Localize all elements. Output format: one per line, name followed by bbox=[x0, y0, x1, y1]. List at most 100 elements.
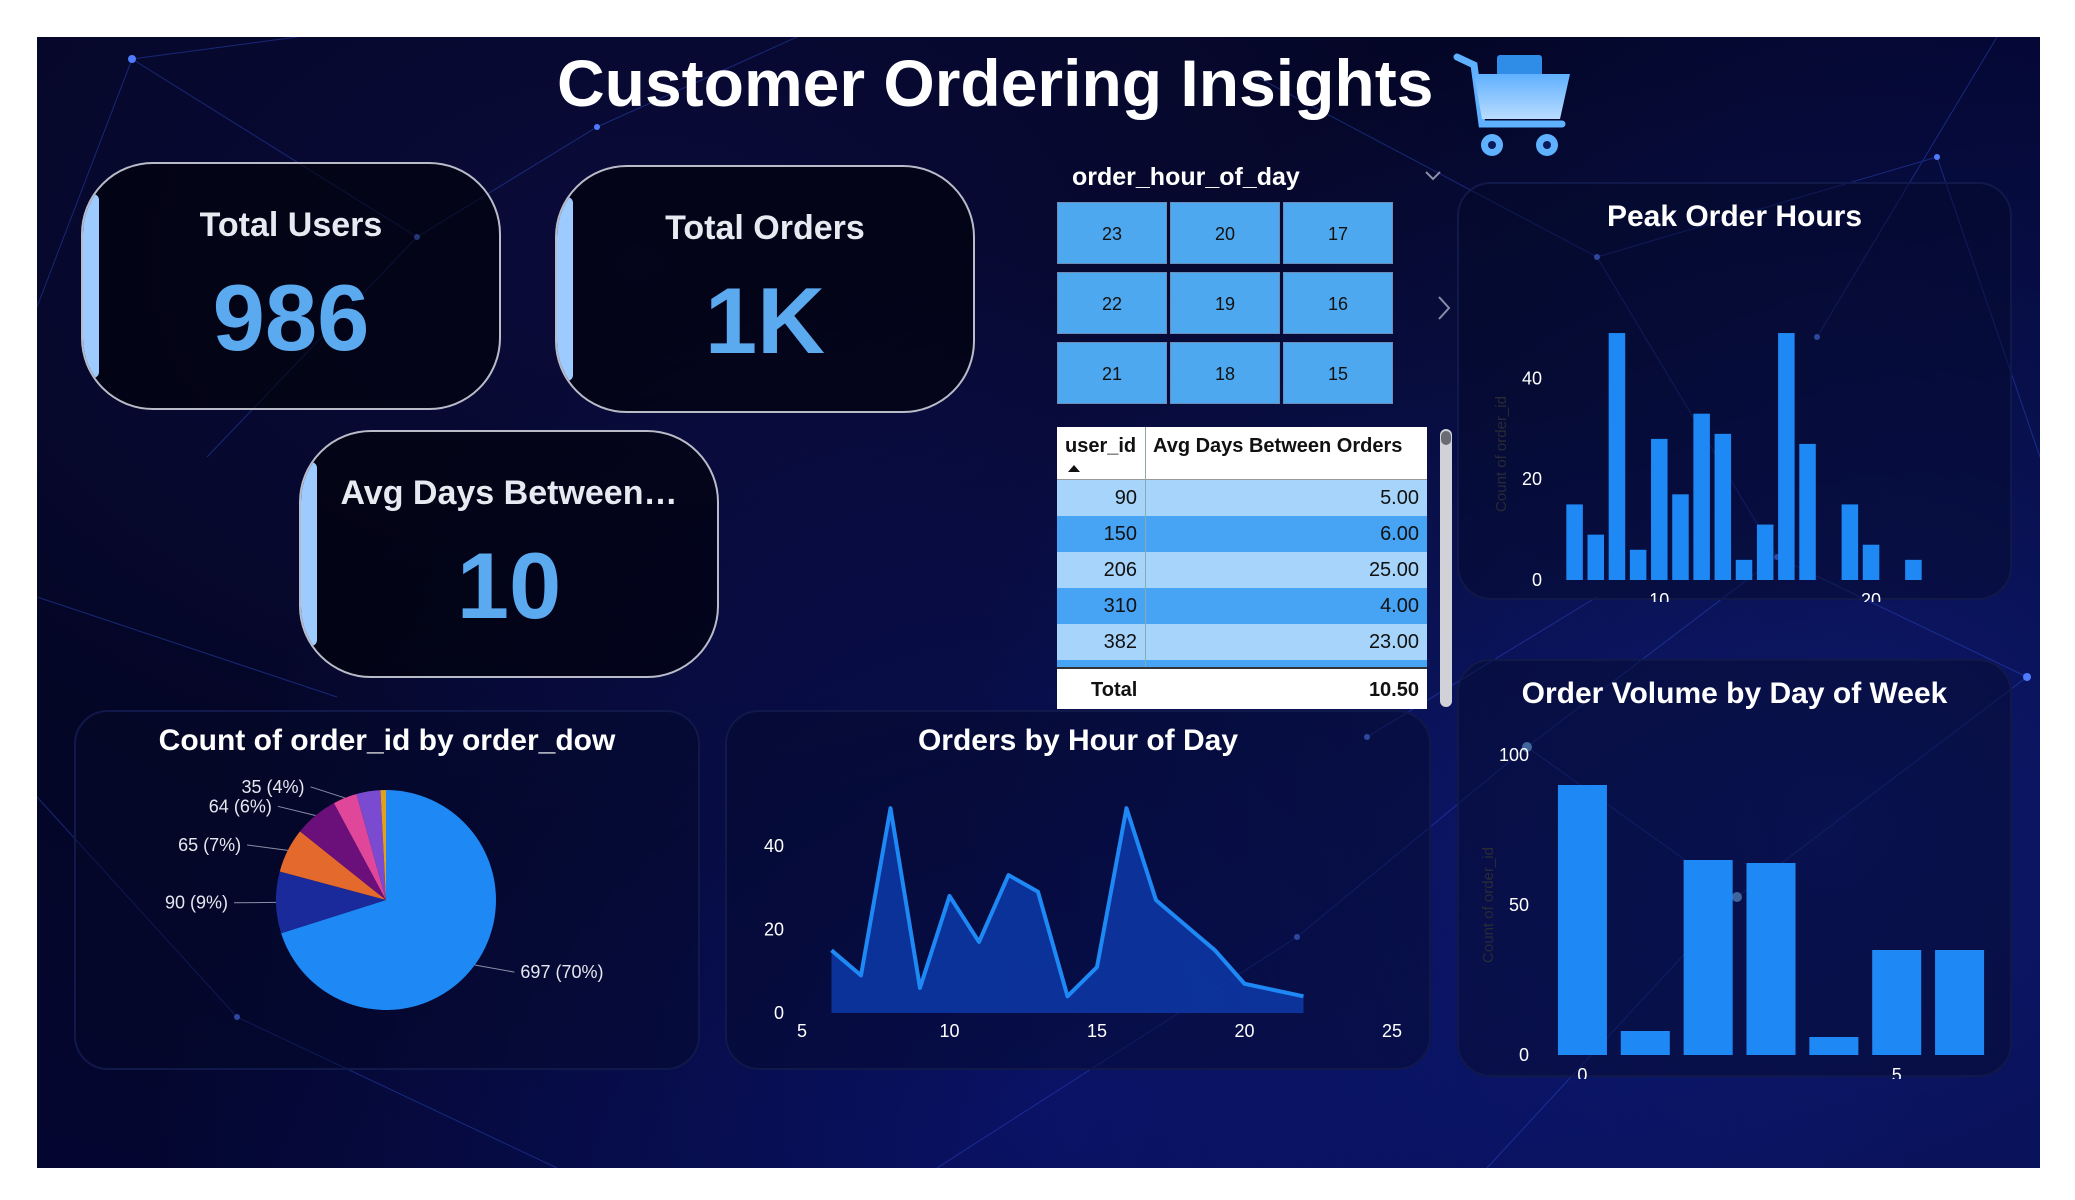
cell-avg-days: 5.00 bbox=[1380, 487, 1419, 509]
bar bbox=[1862, 544, 1880, 580]
cell-user-id: 90 bbox=[1114, 487, 1137, 509]
y-tick-label: 40 bbox=[1522, 368, 1542, 388]
chevron-right-icon[interactable] bbox=[1435, 293, 1453, 323]
kpi-label: Total Orders bbox=[665, 209, 865, 247]
order-dow-pie-chart: 697 (70%) 90 (9%) 65 (7%) 64 (6%)35 (4%) bbox=[165, 777, 603, 1010]
column-header-avg-days[interactable]: Avg Days Between Orders bbox=[1153, 435, 1402, 458]
area-fill bbox=[831, 808, 1304, 1013]
slicer-tile[interactable]: 23 bbox=[1057, 202, 1167, 264]
bar bbox=[1756, 524, 1774, 580]
pie-panel: Count of order_id by order_dow 697 (70%)… bbox=[74, 710, 700, 1070]
bar bbox=[1629, 549, 1647, 580]
bar bbox=[1799, 443, 1816, 580]
bar bbox=[1620, 1031, 1670, 1055]
table-row[interactable]: 90 5.00 bbox=[1057, 480, 1427, 516]
slicer-tile[interactable]: 16 bbox=[1283, 272, 1393, 334]
pie-data-label: 64 (6%) bbox=[209, 796, 272, 816]
cell-avg-days: 25.00 bbox=[1368, 559, 1419, 581]
day-of-week-chart: 0 50 100 0 5 Count of order_id bbox=[1480, 745, 1985, 1079]
sort-ascending-icon[interactable] bbox=[1067, 463, 1081, 473]
x-tick-label: 0 bbox=[1577, 1065, 1587, 1079]
bar bbox=[1746, 863, 1796, 1055]
kpi-value: 1K bbox=[704, 268, 826, 373]
user-days-table: user_id Avg Days Between Orders 90 5.00 … bbox=[1057, 427, 1427, 709]
kpi-avg-days: Avg Days Between… 10 bbox=[299, 430, 719, 678]
page-title: Customer Ordering Insights bbox=[557, 46, 1434, 120]
slicer-title: order_hour_of_day bbox=[1072, 163, 1300, 191]
bar bbox=[1608, 333, 1626, 580]
kpi-label: Total Users bbox=[199, 206, 383, 244]
cell-user-id: 206 bbox=[1103, 559, 1137, 581]
bar bbox=[1841, 504, 1859, 580]
bar bbox=[1905, 559, 1922, 580]
slicer-tile[interactable]: 17 bbox=[1283, 202, 1393, 264]
y-axis-label: Count of order_id bbox=[1480, 847, 1497, 963]
slicer-tile[interactable]: 20 bbox=[1170, 202, 1280, 264]
x-tick-label: 10 bbox=[939, 1021, 959, 1041]
y-tick-label: 0 bbox=[1519, 1045, 1529, 1065]
bar bbox=[1693, 413, 1710, 580]
pie-leader-line bbox=[277, 805, 316, 817]
peak-hours-chart: 0 20 40 10 20 Count of order_id bbox=[1493, 333, 1922, 602]
scrollbar-thumb[interactable] bbox=[1441, 431, 1451, 445]
bar bbox=[1935, 950, 1985, 1055]
y-tick-label: 20 bbox=[764, 919, 784, 939]
y-tick-label: 100 bbox=[1499, 745, 1529, 765]
dow-panel: Order Volume by Day of Week 0 50 100 0 5 Coun… bbox=[1457, 659, 2012, 1079]
table-row[interactable]: 382 23.00 bbox=[1057, 624, 1427, 660]
total-value: 10.50 bbox=[1368, 679, 1419, 701]
kpi-value: 10 bbox=[456, 533, 562, 638]
pie-leader-line bbox=[310, 786, 346, 799]
pie-leader-line bbox=[247, 844, 288, 851]
x-tick-label: 20 bbox=[1234, 1021, 1254, 1041]
cell-avg-days: 4.00 bbox=[1380, 595, 1419, 617]
table-row[interactable]: 206 25.00 bbox=[1057, 552, 1427, 588]
bar bbox=[1683, 860, 1733, 1055]
cell-user-id: 310 bbox=[1103, 595, 1137, 617]
slicer-tile[interactable]: 21 bbox=[1057, 342, 1167, 404]
total-label: Total bbox=[1091, 679, 1138, 701]
kpi-total-orders: Total Orders 1K bbox=[555, 165, 975, 413]
bar bbox=[1778, 333, 1795, 580]
slicer-tile[interactable]: 15 bbox=[1283, 342, 1393, 404]
cell-avg-days: 6.00 bbox=[1380, 523, 1419, 545]
x-tick-label: 10 bbox=[1649, 590, 1669, 602]
x-tick-label: 5 bbox=[797, 1021, 807, 1041]
bar bbox=[1872, 950, 1922, 1055]
dashboard-canvas: Customer Ordering Insights Total Users 9… bbox=[37, 37, 2040, 1168]
slicer-tile[interactable]: 18 bbox=[1170, 342, 1280, 404]
y-tick-label: 40 bbox=[764, 836, 784, 856]
pie-data-label: 697 (70%) bbox=[520, 962, 603, 982]
pie-leader-line bbox=[474, 964, 515, 973]
bar bbox=[1672, 494, 1689, 580]
chevron-down-icon[interactable] bbox=[1422, 165, 1444, 187]
y-tick-label: 20 bbox=[1522, 469, 1542, 489]
table-header: user_id Avg Days Between Orders bbox=[1057, 427, 1427, 480]
y-axis-label: Count of order_id bbox=[1493, 396, 1510, 512]
area-panel: Orders by Hour of Day 0 20 40 5 10 15 20 25 bbox=[725, 710, 1431, 1070]
x-tick-label: 5 bbox=[1892, 1065, 1902, 1079]
slicer-tile[interactable]: 19 bbox=[1170, 272, 1280, 334]
x-tick-label: 25 bbox=[1382, 1021, 1402, 1041]
pie-data-label: 35 (4%) bbox=[241, 777, 304, 797]
shopping-cart-icon bbox=[1453, 53, 1570, 156]
bar bbox=[1566, 504, 1583, 580]
pie-data-label: 65 (7%) bbox=[178, 835, 241, 855]
slicer-tile[interactable]: 22 bbox=[1057, 272, 1167, 334]
column-header-user-id[interactable]: user_id bbox=[1065, 435, 1136, 458]
cell-avg-days: 23.00 bbox=[1368, 631, 1419, 653]
y-tick-label: 0 bbox=[774, 1003, 784, 1023]
cell-user-id: 150 bbox=[1103, 523, 1137, 545]
bar bbox=[1587, 534, 1605, 580]
kpi-value: 986 bbox=[212, 265, 370, 370]
y-tick-label: 0 bbox=[1532, 570, 1542, 590]
table-scrollbar[interactable] bbox=[1440, 429, 1452, 707]
table-row[interactable]: 150 6.00 bbox=[1057, 516, 1427, 552]
bar bbox=[1557, 785, 1607, 1055]
cell-user-id: 382 bbox=[1103, 631, 1137, 653]
bar bbox=[1714, 433, 1732, 580]
orders-by-hour-chart: 0 20 40 5 10 15 20 25 bbox=[764, 806, 1402, 1041]
bar bbox=[1651, 438, 1668, 580]
bar bbox=[1809, 1037, 1859, 1055]
table-row[interactable]: 310 4.00 bbox=[1057, 588, 1427, 624]
